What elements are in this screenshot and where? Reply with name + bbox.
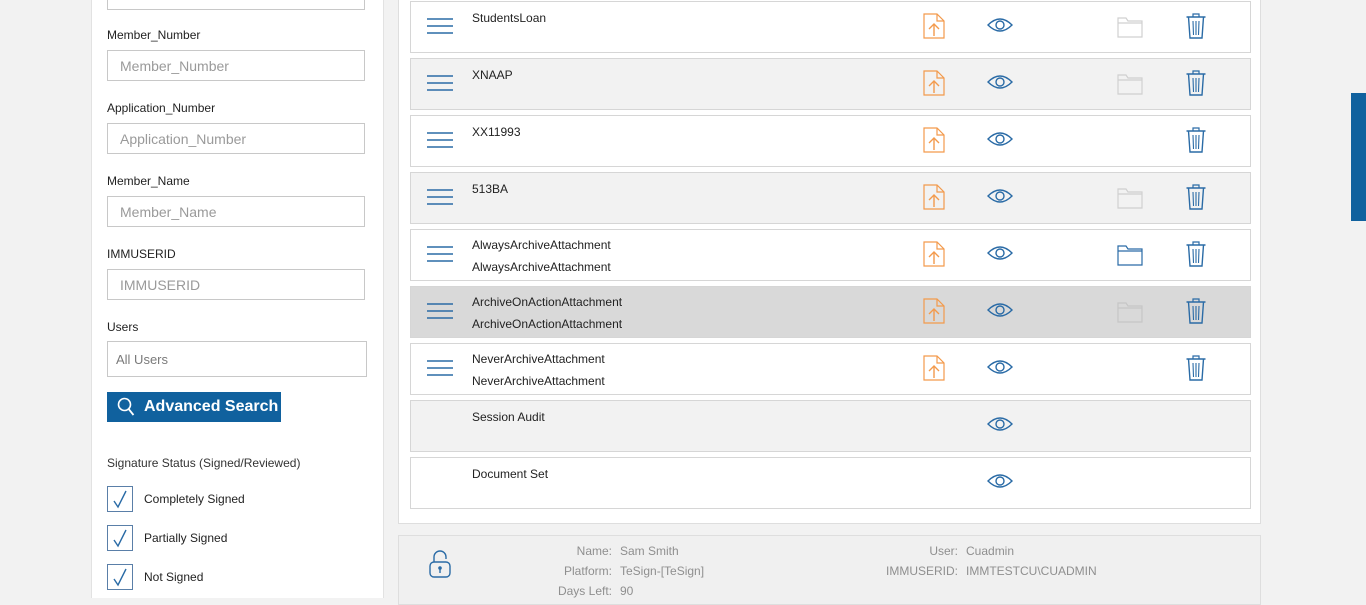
user-value: Cuadmin <box>966 544 1015 558</box>
document-name: NeverArchiveAttachment <box>472 352 605 366</box>
immuserid-input[interactable] <box>107 269 365 300</box>
file-upload-icon[interactable] <box>923 184 945 215</box>
trash-icon[interactable] <box>1186 127 1206 158</box>
days-left-value: 90 <box>620 584 634 598</box>
document-row-513ba[interactable]: 513BA <box>410 172 1251 224</box>
document-row-document-set[interactable]: Document Set <box>410 457 1251 509</box>
hamburger-menu-icon[interactable] <box>427 131 453 154</box>
session-info-footer: Name: Sam Smith Platform: TeSign-[TeSign… <box>398 535 1261 605</box>
document-subname: ArchiveOnActionAttachment <box>472 317 623 331</box>
document-name: XX11993 <box>472 125 521 139</box>
checkmark-icon <box>113 529 127 548</box>
document-name: Document Set <box>472 467 549 481</box>
eye-icon[interactable] <box>987 415 1013 438</box>
trash-icon[interactable] <box>1186 184 1206 215</box>
document-name: AlwaysArchiveAttachment <box>472 238 611 252</box>
signature-status-title: Signature Status (Signed/Reviewed) <box>107 456 301 470</box>
member-number-label: Member_Number <box>107 28 201 42</box>
folder-icon[interactable] <box>1117 187 1143 214</box>
eye-icon[interactable] <box>987 244 1013 267</box>
document-name: 513BA <box>472 182 509 196</box>
lock-icon <box>429 550 451 583</box>
users-label: Users <box>107 320 139 334</box>
name-value: Sam Smith <box>620 544 679 558</box>
document-name: ArchiveOnActionAttachment <box>472 295 623 309</box>
completely-signed-label: Completely Signed <box>144 492 245 506</box>
eye-icon[interactable] <box>987 16 1013 39</box>
eye-icon[interactable] <box>987 73 1013 96</box>
not-signed-label: Not Signed <box>144 570 204 584</box>
platform-label: Platform: <box>563 564 612 578</box>
platform-value: TeSign-[TeSign] <box>620 564 705 578</box>
not-signed-checkbox[interactable] <box>107 564 133 590</box>
previous-filter-field[interactable] <box>107 0 365 10</box>
immuserid-label: IMMUSERID <box>107 247 176 261</box>
hamburger-menu-icon[interactable] <box>427 302 453 325</box>
file-upload-icon[interactable] <box>923 241 945 272</box>
completely-signed-option[interactable]: Completely Signed <box>107 486 245 512</box>
advanced-search-button[interactable]: Advanced Search <box>107 392 281 422</box>
member-name-label: Member_Name <box>107 174 190 188</box>
document-row-neverarchiveattachment[interactable]: NeverArchiveAttachment NeverArchiveAttac… <box>410 343 1251 395</box>
file-upload-icon[interactable] <box>923 355 945 386</box>
immuserid-info-value: IMMTESTCU\CUADMIN <box>966 564 1097 578</box>
file-upload-icon[interactable] <box>923 298 945 329</box>
member-number-input[interactable] <box>107 50 365 81</box>
eye-icon[interactable] <box>987 187 1013 210</box>
document-subname: NeverArchiveAttachment <box>472 374 605 388</box>
document-row-session-audit[interactable]: Session Audit <box>410 400 1251 452</box>
folder-icon[interactable] <box>1117 73 1143 100</box>
user-label: User: <box>929 544 958 558</box>
side-panel-tab[interactable] <box>1351 93 1366 221</box>
partially-signed-option[interactable]: Partially Signed <box>107 525 227 551</box>
trash-icon[interactable] <box>1186 355 1206 386</box>
document-row-archiveonactionattachment[interactable]: ArchiveOnActionAttachment ArchiveOnActio… <box>410 286 1251 338</box>
document-name: XNAAP <box>472 68 513 82</box>
member-name-input[interactable] <box>107 196 365 227</box>
hamburger-menu-icon[interactable] <box>427 74 453 97</box>
checkmark-icon <box>113 490 127 509</box>
advanced-search-label: Advanced Search <box>144 398 279 415</box>
document-row-xx11993[interactable]: XX11993 <box>410 115 1251 167</box>
trash-icon[interactable] <box>1186 298 1206 329</box>
eye-icon[interactable] <box>987 472 1013 495</box>
eye-icon[interactable] <box>987 301 1013 324</box>
document-row-studentsloan[interactable]: StudentsLoan <box>410 1 1251 53</box>
search-icon <box>117 397 144 417</box>
file-upload-icon[interactable] <box>923 127 945 158</box>
document-name: StudentsLoan <box>472 11 547 25</box>
trash-icon[interactable] <box>1186 13 1206 44</box>
days-left-label: Days Left: <box>557 584 612 598</box>
trash-icon[interactable] <box>1186 70 1206 101</box>
folder-icon[interactable] <box>1117 16 1143 43</box>
document-list: StudentsLoan XNAAP XX11993 513BA AlwaysA… <box>398 0 1261 524</box>
document-name: Session Audit <box>472 410 545 424</box>
name-label: Name: <box>576 544 612 558</box>
trash-icon[interactable] <box>1186 241 1206 272</box>
hamburger-menu-icon[interactable] <box>427 359 453 382</box>
eye-icon[interactable] <box>987 130 1013 153</box>
immuserid-info-label: IMMUSERID: <box>886 564 958 578</box>
folder-icon[interactable] <box>1117 244 1143 271</box>
document-row-xnaap[interactable]: XNAAP <box>410 58 1251 110</box>
not-signed-option[interactable]: Not Signed <box>107 564 203 590</box>
hamburger-menu-icon[interactable] <box>427 17 453 40</box>
hamburger-menu-icon[interactable] <box>427 188 453 211</box>
eye-icon[interactable] <box>987 358 1013 381</box>
folder-icon[interactable] <box>1117 301 1143 328</box>
document-row-alwaysarchiveattachment[interactable]: AlwaysArchiveAttachment AlwaysArchiveAtt… <box>410 229 1251 281</box>
users-select[interactable]: All Users <box>107 341 367 377</box>
application-number-input[interactable] <box>107 123 365 154</box>
filter-panel: Member_Number Application_Number Member_… <box>91 0 384 598</box>
completely-signed-checkbox[interactable] <box>107 486 133 512</box>
checkmark-icon <box>113 568 127 587</box>
partially-signed-label: Partially Signed <box>144 531 228 545</box>
document-subname: AlwaysArchiveAttachment <box>472 260 611 274</box>
partially-signed-checkbox[interactable] <box>107 525 133 551</box>
application-number-label: Application_Number <box>107 101 216 115</box>
file-upload-icon[interactable] <box>923 13 945 44</box>
file-upload-icon[interactable] <box>923 70 945 101</box>
hamburger-menu-icon[interactable] <box>427 245 453 268</box>
